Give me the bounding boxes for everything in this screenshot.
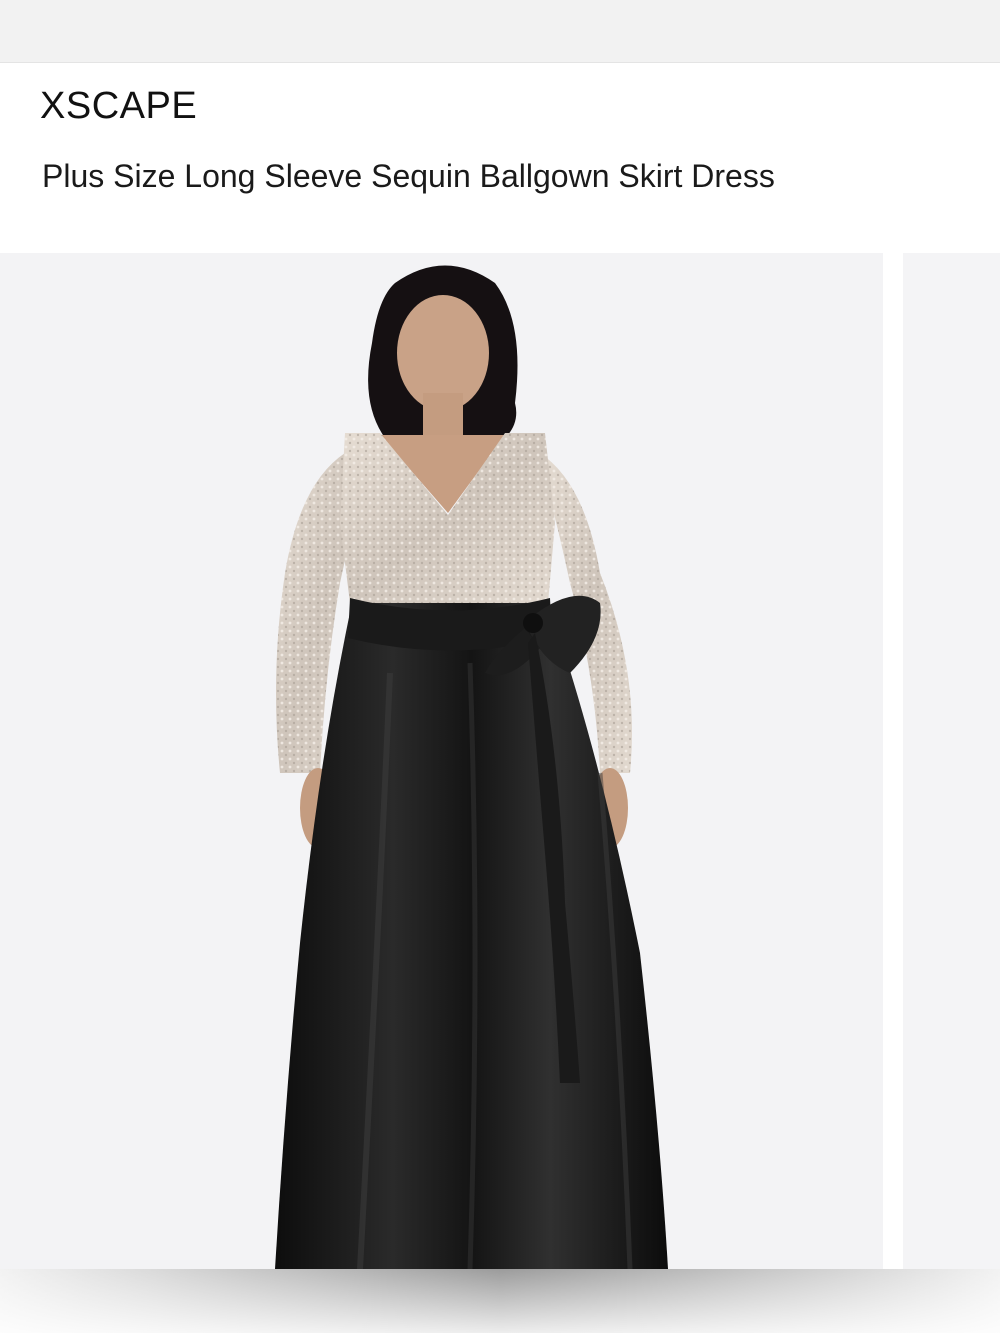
brand-name[interactable]: XSCAPE xyxy=(40,85,197,128)
top-bar xyxy=(0,0,1000,63)
product-image-next[interactable] xyxy=(903,253,1000,1269)
product-title: Plus Size Long Sleeve Sequin Ballgown Sk… xyxy=(42,158,775,194)
product-image-main[interactable] xyxy=(0,253,883,1269)
product-header: XSCAPE Plus Size Long Sleeve Sequin Ball… xyxy=(0,63,1000,253)
model-illustration xyxy=(275,265,668,1269)
image-gallery[interactable] xyxy=(0,253,1000,1269)
bottom-fade-overlay xyxy=(0,1269,1000,1333)
